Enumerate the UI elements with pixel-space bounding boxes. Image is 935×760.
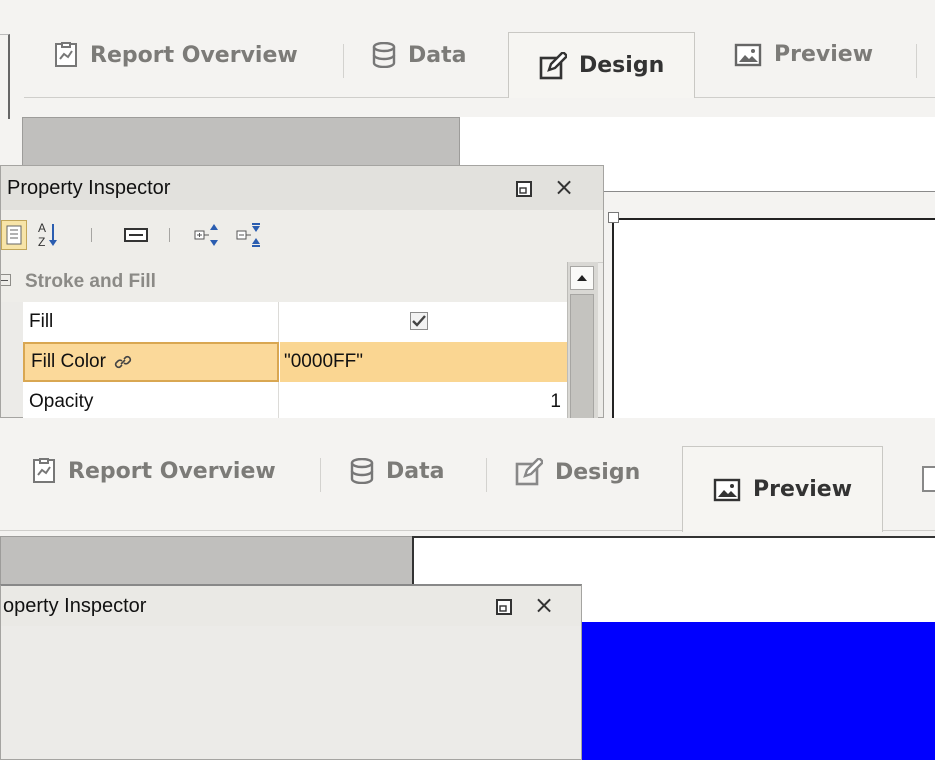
collapse-toggle[interactable] (1, 274, 11, 286)
link-icon (114, 355, 132, 369)
property-row-opacity[interactable]: Opacity 1 (23, 382, 567, 418)
tab-separator (320, 458, 321, 492)
scrollbar-thumb[interactable] (570, 294, 594, 418)
preview-image-icon (713, 478, 741, 501)
property-inspector-title: Property Inspector (7, 176, 171, 199)
preview-image-icon (734, 43, 762, 66)
tab-label: Design (555, 459, 641, 485)
tab-preview[interactable]: Preview (734, 42, 873, 67)
left-window-edge (0, 34, 10, 119)
database-icon (372, 42, 396, 68)
design-view-panel: Report Overview Data Design Preview Prop… (0, 0, 935, 418)
tab-label: Data (386, 458, 445, 484)
tab-separator (343, 44, 344, 78)
preview-view-panel: Report Overview Data Design Preview oper… (0, 418, 935, 760)
property-inspector-title-bar: operty Inspector × (1, 586, 581, 626)
category-label: Stroke and Fill (25, 271, 156, 292)
property-name-text: Fill (29, 311, 54, 332)
toolbar-separator (169, 228, 170, 242)
description-icon[interactable] (119, 220, 153, 250)
svg-text:A: A (38, 221, 46, 235)
categorized-icon[interactable] (1, 220, 27, 250)
category-stroke-and-fill[interactable]: Stroke and Fill (1, 262, 567, 302)
property-row-fill[interactable]: Fill (23, 302, 567, 343)
tab-data[interactable]: Data (350, 458, 444, 484)
checkbox-checked-icon[interactable] (410, 312, 428, 330)
tab-data[interactable]: Data (372, 42, 466, 68)
property-inspector-toolbar: AZ (1, 210, 603, 263)
property-name: Fill Color (23, 342, 279, 382)
preview-blue-rectangle (580, 622, 935, 760)
tab-label: Report Overview (90, 42, 298, 68)
toolbar-separator (91, 228, 92, 242)
property-name: Opacity (23, 382, 279, 418)
tab-label: Data (408, 42, 467, 68)
design-pencil-icon (539, 51, 567, 79)
property-name-text: Opacity (29, 391, 94, 412)
tab-separator (916, 44, 917, 78)
scroll-up-icon[interactable] (570, 266, 594, 290)
tab-report-overview[interactable]: Report Overview (54, 42, 298, 68)
tab-design[interactable]: Design (515, 458, 640, 486)
tab-design[interactable]: Design (508, 32, 696, 98)
tab-label: Preview (774, 42, 874, 67)
report-overview-icon (55, 42, 77, 67)
design-pencil-icon (515, 458, 543, 486)
property-name: Fill (23, 302, 279, 342)
expand-all-icon[interactable] (191, 220, 227, 250)
property-value[interactable] (280, 302, 567, 342)
database-icon (350, 458, 374, 484)
tab-report-overview[interactable]: Report Overview (32, 458, 276, 484)
property-row-fill-color[interactable]: Fill Color "0000FF" (23, 342, 567, 383)
property-inspector-title-bar: Property Inspector × (1, 166, 603, 211)
property-inspector-title: operty Inspector (3, 594, 147, 617)
property-value[interactable]: 1 (280, 382, 567, 418)
tab-label: Report Overview (68, 458, 276, 484)
tab-preview[interactable]: Preview (682, 446, 884, 532)
selected-shape-outline[interactable] (612, 218, 935, 418)
resize-handle[interactable] (608, 212, 619, 223)
collapse-all-icon[interactable] (233, 220, 269, 250)
tab-label: Preview (753, 477, 853, 502)
vertical-scrollbar[interactable] (567, 262, 598, 418)
tab-separator (486, 458, 487, 492)
property-inspector-panel: Property Inspector × AZ Stroke and Fill … (0, 165, 604, 418)
property-value[interactable]: "0000FF" (280, 342, 567, 382)
tab-label: Design (579, 53, 665, 78)
sort-alpha-icon[interactable]: AZ (35, 220, 61, 250)
partial-tab-icon (922, 466, 935, 492)
restore-window-icon[interactable] (515, 180, 533, 198)
report-overview-icon (33, 458, 55, 483)
close-icon[interactable]: × (551, 173, 577, 201)
svg-text:Z: Z (38, 235, 45, 249)
property-inspector-panel: operty Inspector × (0, 584, 582, 760)
close-icon[interactable]: × (531, 591, 557, 619)
restore-window-icon[interactable] (495, 598, 513, 616)
property-name-text: Fill Color (31, 351, 106, 372)
canvas-margin-area (0, 536, 416, 588)
